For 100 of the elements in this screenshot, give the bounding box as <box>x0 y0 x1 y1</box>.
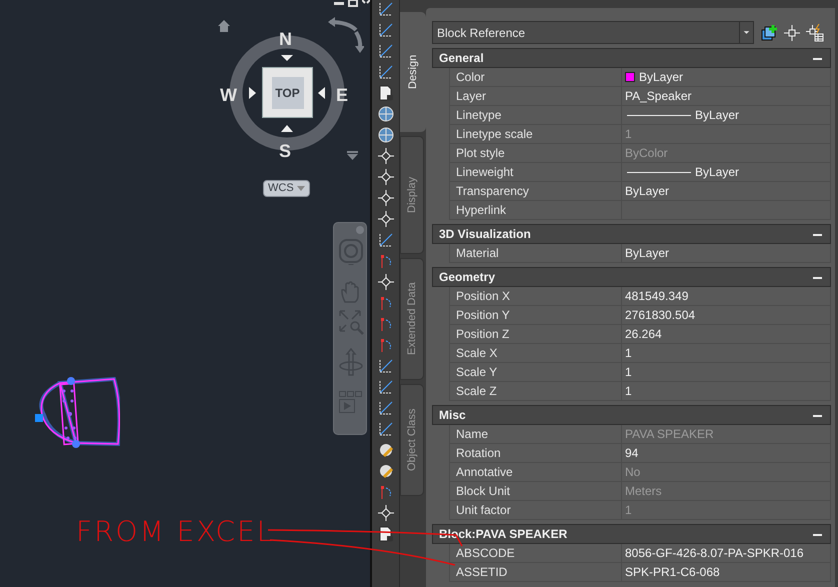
property-value-cell[interactable]: 1 <box>622 344 831 362</box>
property-label: Position X <box>450 287 622 305</box>
compass-label: N <box>279 28 292 51</box>
home-icon[interactable] <box>217 19 231 33</box>
paint-icon[interactable] <box>378 442 394 458</box>
document-icon[interactable] <box>378 526 394 542</box>
property-value-cell[interactable]: ByLayer <box>622 182 831 200</box>
property-value: PAVA SPEAKER <box>625 426 714 443</box>
crosshair-icon[interactable] <box>378 211 394 227</box>
property-value: 8056-GF-426-8.07-PA-SPKR-016 <box>625 545 804 562</box>
globe-icon[interactable] <box>378 106 394 122</box>
crosshair-icon[interactable] <box>378 148 394 164</box>
dimension-icon[interactable] <box>378 232 394 248</box>
side-tab[interactable]: Design <box>400 12 426 132</box>
property-value-cell[interactable]: 1 <box>622 382 831 400</box>
property-value: ByLayer <box>625 183 670 200</box>
dimension-icon[interactable] <box>378 1 394 17</box>
crosshair-icon[interactable] <box>378 505 394 521</box>
dimension-icon[interactable] <box>378 22 394 38</box>
property-label: Annotative <box>450 463 622 481</box>
property-value-cell[interactable]: ByLayer <box>622 244 831 262</box>
section-title: Geometry <box>439 269 496 286</box>
property-value-cell[interactable]: 481549.349 <box>622 287 831 305</box>
dimension-icon[interactable] <box>378 358 394 374</box>
property-label: Hyperlink <box>450 201 622 219</box>
section-header[interactable]: 3D Visualization <box>432 224 831 244</box>
view-cube[interactable]: TOP <box>262 67 313 118</box>
dimension-icon[interactable] <box>378 421 394 437</box>
section-title: 3D Visualization <box>439 226 531 243</box>
dimension-icon[interactable] <box>378 379 394 395</box>
side-tab[interactable]: Display <box>400 136 424 254</box>
property-value: 1 <box>625 364 632 381</box>
property-label: Lineweight <box>450 163 622 181</box>
property-label: Transparency <box>450 182 622 200</box>
select-objects-icon[interactable] <box>784 24 800 40</box>
handwritten-annotation: FROM EXCEL <box>76 514 274 550</box>
property-value-cell[interactable]: ByLayer <box>622 163 831 181</box>
triangle-icon[interactable] <box>281 55 293 62</box>
property-value: ByLayer <box>695 164 740 181</box>
property-value: No <box>625 464 640 481</box>
dimension-icon[interactable] <box>378 400 394 416</box>
cube-face-label[interactable]: TOP <box>272 76 304 108</box>
property-label: ABSCODE <box>450 544 622 562</box>
rotate-arrow-icon[interactable] <box>326 16 364 54</box>
property-value: SPK-PR1-C6-068 <box>625 564 720 581</box>
crosshair-icon[interactable] <box>378 169 394 185</box>
property-value-cell[interactable]: 26.264 <box>622 325 831 343</box>
property-label: Position Z <box>450 325 622 343</box>
property-label: Plot style <box>450 144 622 162</box>
section-header[interactable]: Block:PAVA SPEAKER <box>432 524 831 544</box>
minimize-icon[interactable] <box>333 0 345 6</box>
property-value-cell[interactable]: 1 <box>622 363 831 381</box>
side-tab[interactable]: Object Class <box>400 384 424 496</box>
property-value: 1 <box>625 383 632 400</box>
property-value-cell[interactable]: SPK-PR1-C6-068 <box>622 563 831 581</box>
property-label: Scale X <box>450 344 622 362</box>
property-value-cell[interactable]: 94 <box>622 444 831 462</box>
quick-select-icon[interactable] <box>806 24 824 42</box>
property-label: Name <box>450 425 622 443</box>
property-value-cell[interactable]: 2761830.504 <box>622 306 831 324</box>
property-label: Color <box>450 68 622 86</box>
triangle-icon[interactable] <box>318 87 325 99</box>
property-label: Scale Z <box>450 382 622 400</box>
property-value-cell[interactable]: ByLayer <box>622 68 831 86</box>
section-title: General <box>439 50 484 67</box>
document-icon[interactable] <box>378 85 394 101</box>
compass-label: W <box>220 84 237 107</box>
property-label: Linetype scale <box>450 125 622 143</box>
property-value: 2761830.504 <box>625 307 696 324</box>
wcs-button[interactable]: WCS <box>263 180 310 197</box>
crosshair-icon[interactable] <box>378 274 394 290</box>
add-selection-icon[interactable] <box>760 24 778 42</box>
section-header[interactable]: Geometry <box>432 267 831 287</box>
globe-icon[interactable] <box>378 127 394 143</box>
dropdown-icon[interactable] <box>347 151 358 160</box>
property-value: 26.264 <box>625 326 662 343</box>
crosshair-icon[interactable] <box>378 190 394 206</box>
property-label: Position Y <box>450 306 622 324</box>
dimension-icon[interactable] <box>378 64 394 80</box>
section-header[interactable]: General <box>432 48 831 68</box>
line-preview <box>627 114 691 116</box>
property-value: PA_Speaker <box>625 88 692 105</box>
compass-label: S <box>279 140 292 163</box>
paint-icon[interactable] <box>378 463 394 479</box>
property-value-cell[interactable]: PA_Speaker <box>622 87 831 105</box>
property-value: 1 <box>625 502 632 519</box>
triangle-icon[interactable] <box>249 87 256 99</box>
property-value-cell[interactable]: ByLayer <box>622 106 831 124</box>
close-icon[interactable] <box>362 0 370 5</box>
triangle-icon[interactable] <box>281 125 293 132</box>
property-label: Unit factor <box>450 501 622 519</box>
side-tab[interactable]: Extended Data <box>400 258 424 380</box>
property-label: Layer <box>450 87 622 105</box>
restore-icon[interactable] <box>348 0 358 7</box>
object-type-dropdown[interactable]: Block Reference <box>432 21 754 44</box>
dimension-icon[interactable] <box>378 43 394 59</box>
property-value-cell[interactable]: 8056-GF-426-8.07-PA-SPKR-016 <box>622 544 831 562</box>
section-header[interactable]: Misc <box>432 405 831 425</box>
property-label: Block Unit <box>450 482 622 500</box>
property-value: 481549.349 <box>625 288 688 305</box>
